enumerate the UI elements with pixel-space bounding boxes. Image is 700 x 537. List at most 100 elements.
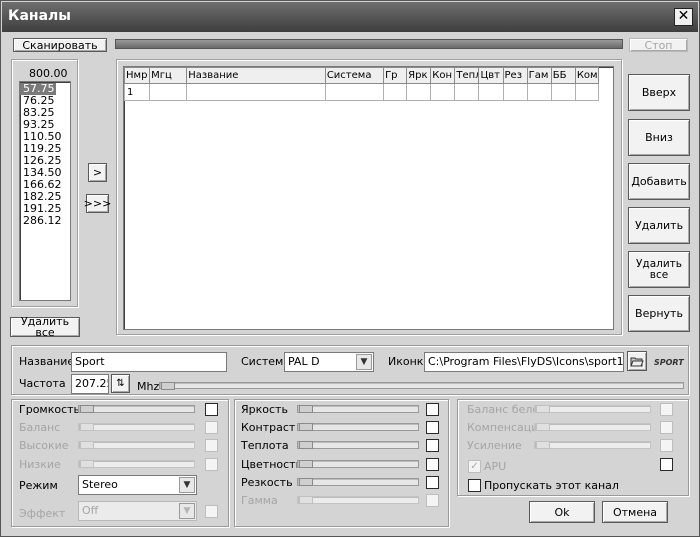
stop-button[interactable]: Стоп bbox=[629, 38, 688, 52]
treble-slider[interactable] bbox=[78, 441, 195, 449]
volume-slider[interactable] bbox=[78, 405, 195, 413]
gamma-checkbox[interactable] bbox=[426, 494, 439, 507]
add-all-button[interactable]: >>> bbox=[84, 194, 111, 213]
table-cell[interactable] bbox=[574, 83, 600, 101]
restore-button[interactable]: Вернуть bbox=[628, 295, 690, 332]
balance-checkbox[interactable] bbox=[205, 421, 218, 434]
slider-thumb[interactable] bbox=[299, 478, 313, 486]
contrast-slider[interactable] bbox=[297, 423, 419, 431]
chevron-down-icon[interactable]: ▼ bbox=[179, 477, 195, 493]
contrast-checkbox[interactable] bbox=[426, 421, 439, 434]
system-select[interactable]: PAL D ▼ bbox=[284, 352, 374, 372]
channel-name-input[interactable]: Sport bbox=[71, 352, 227, 372]
column-header[interactable]: Тепл bbox=[454, 67, 480, 84]
slider-thumb[interactable] bbox=[299, 496, 313, 504]
frequency-input[interactable]: 207.25 bbox=[71, 374, 109, 394]
table-cell[interactable] bbox=[149, 83, 188, 101]
balance-slider[interactable] bbox=[78, 423, 195, 431]
slider-thumb[interactable] bbox=[299, 423, 313, 431]
compensation-slider[interactable] bbox=[534, 423, 651, 431]
frequency-spin-icon[interactable]: ⇅ bbox=[111, 374, 130, 393]
slider-thumb[interactable] bbox=[299, 441, 313, 449]
white-balance-checkbox[interactable] bbox=[660, 403, 673, 416]
bass-slider[interactable] bbox=[78, 460, 195, 468]
add-selected-button[interactable]: > bbox=[88, 163, 107, 182]
delete-all-channels-button[interactable]: Удалить все bbox=[628, 251, 690, 288]
table-cell[interactable] bbox=[383, 83, 408, 101]
chevron-down-icon[interactable]: ▼ bbox=[356, 354, 372, 370]
table-row[interactable]: 1 bbox=[124, 83, 600, 101]
table-cell[interactable] bbox=[526, 83, 552, 101]
skip-channel-checkbox[interactable] bbox=[468, 479, 481, 492]
frequency-slider[interactable] bbox=[159, 382, 684, 390]
sharpness-checkbox[interactable] bbox=[426, 476, 439, 489]
scan-button[interactable]: Сканировать bbox=[13, 38, 107, 52]
column-header[interactable]: Цвт bbox=[478, 67, 504, 84]
brightness-slider[interactable] bbox=[297, 405, 419, 413]
slider-thumb[interactable] bbox=[536, 405, 550, 413]
column-header[interactable]: Нмр bbox=[124, 67, 151, 84]
white-balance-slider[interactable] bbox=[534, 405, 651, 413]
chevron-down-icon[interactable]: ▼ bbox=[179, 503, 195, 519]
close-icon[interactable]: ✕ bbox=[674, 8, 693, 26]
slider-thumb[interactable] bbox=[536, 441, 550, 449]
table-cell[interactable]: 1 bbox=[124, 83, 151, 101]
gain-slider[interactable] bbox=[534, 441, 651, 449]
compensation-checkbox[interactable] bbox=[660, 421, 673, 434]
delete-channel-button[interactable]: Удалить bbox=[628, 207, 690, 244]
move-up-button[interactable]: Вверх bbox=[628, 74, 690, 111]
table-cell[interactable] bbox=[430, 83, 456, 101]
column-header[interactable]: Название bbox=[186, 67, 326, 84]
table-cell[interactable] bbox=[324, 83, 385, 101]
slider-thumb[interactable] bbox=[299, 405, 313, 413]
effect-checkbox[interactable] bbox=[205, 505, 218, 518]
column-header[interactable]: Гр bbox=[383, 67, 408, 84]
column-header[interactable]: ББ bbox=[550, 67, 576, 84]
color-slider[interactable] bbox=[297, 460, 419, 468]
channel-table-area[interactable]: Нмр Мгц Название Система Гр Ярк Кон Тепл… bbox=[123, 66, 614, 330]
cancel-button[interactable]: Отмена bbox=[602, 501, 668, 523]
apu-right-checkbox[interactable] bbox=[660, 458, 673, 471]
table-cell[interactable] bbox=[478, 83, 504, 101]
treble-checkbox[interactable] bbox=[205, 439, 218, 452]
volume-checkbox[interactable] bbox=[205, 403, 218, 416]
table-cell[interactable] bbox=[454, 83, 480, 101]
delete-all-frequencies-button[interactable]: Удалить все bbox=[10, 316, 80, 338]
column-header[interactable]: Ярк bbox=[406, 67, 432, 84]
apu-checkbox[interactable]: ✓ bbox=[468, 460, 481, 473]
move-down-button[interactable]: Вниз bbox=[628, 119, 690, 156]
table-cell[interactable] bbox=[186, 83, 326, 101]
column-header[interactable]: Мгц bbox=[149, 67, 188, 84]
warmth-slider[interactable] bbox=[297, 441, 419, 449]
slider-thumb[interactable] bbox=[80, 405, 94, 413]
slider-thumb[interactable] bbox=[536, 423, 550, 431]
slider-thumb[interactable] bbox=[80, 460, 94, 468]
effect-select[interactable]: Off ▼ bbox=[78, 501, 197, 521]
slider-thumb[interactable] bbox=[299, 460, 313, 468]
slider-thumb[interactable] bbox=[80, 423, 94, 431]
bass-checkbox[interactable] bbox=[205, 458, 218, 471]
table-cell[interactable] bbox=[550, 83, 576, 101]
column-header[interactable]: Рез bbox=[502, 67, 528, 84]
mode-select[interactable]: Stereo ▼ bbox=[78, 475, 197, 495]
slider-thumb[interactable] bbox=[80, 441, 94, 449]
folder-open-icon[interactable] bbox=[627, 351, 647, 371]
warmth-checkbox[interactable] bbox=[426, 439, 439, 452]
column-header[interactable]: Система bbox=[324, 67, 385, 84]
table-cell[interactable] bbox=[406, 83, 432, 101]
column-header[interactable]: Кон bbox=[430, 67, 456, 84]
frequency-item[interactable]: 286.12 bbox=[20, 215, 70, 227]
sharpness-slider[interactable] bbox=[297, 478, 419, 486]
brightness-checkbox[interactable] bbox=[426, 403, 439, 416]
gain-checkbox[interactable] bbox=[660, 439, 673, 452]
icon-path-input[interactable]: C:\Program Files\FlyDS\Icons\sport1.ico bbox=[424, 352, 624, 372]
column-header[interactable]: Ком bbox=[574, 67, 600, 84]
column-header[interactable]: Гам bbox=[526, 67, 552, 84]
frequency-list[interactable]: 57.75 76.25 83.25 93.25 110.50 119.25 12… bbox=[19, 81, 71, 301]
slider-thumb[interactable] bbox=[161, 382, 175, 390]
gamma-slider[interactable] bbox=[297, 496, 419, 504]
add-channel-button[interactable]: Добавить bbox=[628, 163, 690, 200]
table-cell[interactable] bbox=[502, 83, 528, 101]
color-checkbox[interactable] bbox=[426, 458, 439, 471]
ok-button[interactable]: Ok bbox=[529, 501, 595, 523]
